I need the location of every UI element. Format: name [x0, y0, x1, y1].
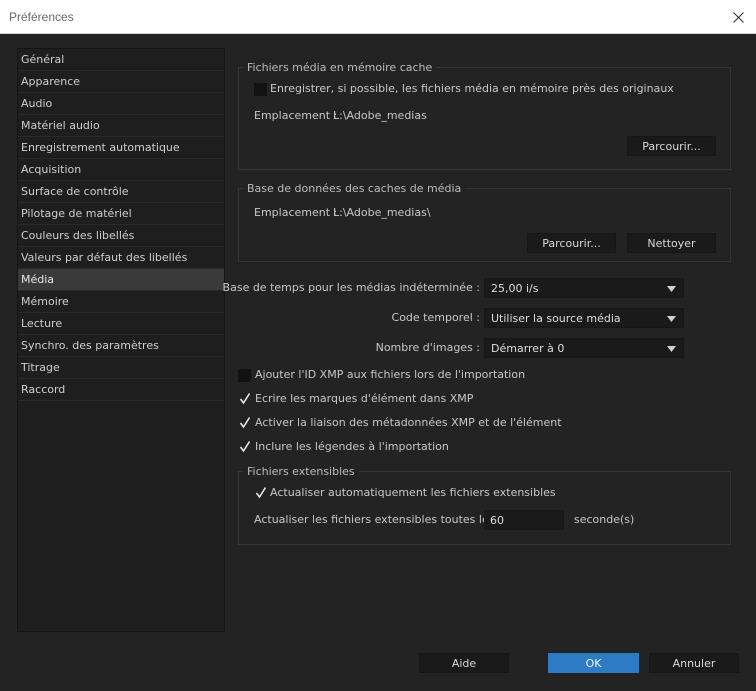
sidebar-item-appearance[interactable]: Apparence: [18, 71, 224, 93]
sidebar-item-trim[interactable]: Raccord: [18, 379, 224, 401]
checkmark-icon: [239, 417, 251, 429]
ok-button[interactable]: OK: [548, 653, 639, 673]
clean-button[interactable]: Nettoyer: [627, 233, 716, 253]
xmp-id-checkbox[interactable]: [238, 369, 251, 382]
sidebar-item-auto-save[interactable]: Enregistrement automatique: [18, 137, 224, 159]
frame-count-value: Démarrer à 0: [491, 342, 565, 355]
clip-markers-checkbox[interactable]: [238, 392, 251, 405]
media-cache-db-title: Base de données des caches de média: [243, 182, 466, 195]
cancel-button[interactable]: Annuler: [649, 653, 739, 673]
window-title: Préférences: [9, 10, 74, 24]
timebase-value: 25,00 i/s: [491, 282, 539, 295]
sidebar-item-label-defaults[interactable]: Valeurs par défaut des libellés: [18, 247, 224, 269]
growing-files-title: Fichiers extensibles: [243, 465, 359, 478]
refresh-interval-input[interactable]: [484, 510, 564, 530]
auto-refresh-label: Actualiser automatiquement les fichiers …: [270, 486, 556, 499]
refresh-interval-label: Actualiser les fichiers extensibles tout…: [254, 513, 495, 526]
help-button[interactable]: Aide: [419, 653, 509, 673]
title-bar: Préférences: [0, 0, 756, 34]
chevron-down-icon: [667, 346, 676, 352]
sidebar-item-titler[interactable]: Titrage: [18, 357, 224, 379]
metadata-link-checkbox[interactable]: [238, 416, 251, 429]
sidebar-item-audio-hardware[interactable]: Matériel audio: [18, 115, 224, 137]
sidebar-item-control-surface[interactable]: Surface de contrôle: [18, 181, 224, 203]
captions-label: Inclure les légendes à l'importation: [255, 440, 449, 453]
db-browse-label: Parcourir...: [542, 236, 601, 250]
frame-count-label: Nombre d'images :: [375, 341, 480, 354]
checkmark-icon: [239, 393, 251, 405]
sidebar-item-media[interactable]: Média: [18, 269, 224, 291]
frame-count-select[interactable]: Démarrer à 0: [484, 338, 684, 358]
sidebar-item-sync-settings[interactable]: Synchro. des paramètres: [18, 335, 224, 357]
preferences-sidebar: Général Apparence Audio Matériel audio E…: [17, 48, 225, 632]
clean-label: Nettoyer: [647, 236, 696, 250]
clip-markers-label: Ecrire les marques d'élément dans XMP: [255, 392, 474, 405]
cancel-label: Annuler: [672, 656, 716, 670]
checkmark-icon: [255, 487, 267, 499]
chevron-down-icon: [667, 286, 676, 292]
sidebar-item-playback[interactable]: Lecture: [18, 313, 224, 335]
cache-browse-label: Parcourir...: [642, 139, 701, 153]
sidebar-item-label-colors[interactable]: Couleurs des libellés: [18, 225, 224, 247]
auto-refresh-checkbox[interactable]: [254, 486, 267, 499]
sidebar-item-device-control[interactable]: Pilotage de matériel: [18, 203, 224, 225]
xmp-id-label: Ajouter l'ID XMP aux fichiers lors de l'…: [255, 368, 526, 381]
chevron-down-icon: [667, 316, 676, 322]
checkmark-icon: [239, 441, 251, 453]
cache-browse-button[interactable]: Parcourir...: [627, 136, 716, 156]
save-near-originals-label: Enregistrer, si possible, les fichiers m…: [270, 82, 674, 95]
timebase-label: Base de temps pour les médias indétermin…: [222, 281, 480, 294]
db-location-label: Emplacement :: [254, 206, 338, 219]
ok-label: OK: [585, 656, 602, 670]
cache-location-label: Emplacement :: [254, 109, 338, 122]
metadata-link-label: Activer la liaison des métadonnées XMP e…: [255, 416, 562, 429]
help-label: Aide: [451, 656, 477, 670]
sidebar-item-general[interactable]: Général: [18, 49, 224, 71]
captions-checkbox[interactable]: [238, 440, 251, 453]
db-browse-button[interactable]: Parcourir...: [527, 233, 616, 253]
sidebar-item-capture[interactable]: Acquisition: [18, 159, 224, 181]
refresh-interval-unit: seconde(s): [574, 513, 635, 526]
db-location-value: L:\Adobe_medias\: [333, 206, 431, 219]
close-icon: [732, 11, 744, 23]
sidebar-item-audio[interactable]: Audio: [18, 93, 224, 115]
save-near-originals-checkbox[interactable]: [254, 83, 267, 96]
cache-location-value: L:\Adobe_medias: [333, 109, 427, 122]
timecode-select[interactable]: Utiliser la source média: [484, 308, 684, 328]
timebase-select[interactable]: 25,00 i/s: [484, 278, 684, 298]
timecode-label: Code temporel :: [391, 311, 480, 324]
timecode-value: Utiliser la source média: [491, 312, 621, 325]
close-button[interactable]: [720, 0, 756, 34]
media-cache-files-title: Fichiers média en mémoire cache: [243, 61, 437, 74]
growing-files-group: [238, 471, 731, 545]
sidebar-item-memory[interactable]: Mémoire: [18, 291, 224, 313]
